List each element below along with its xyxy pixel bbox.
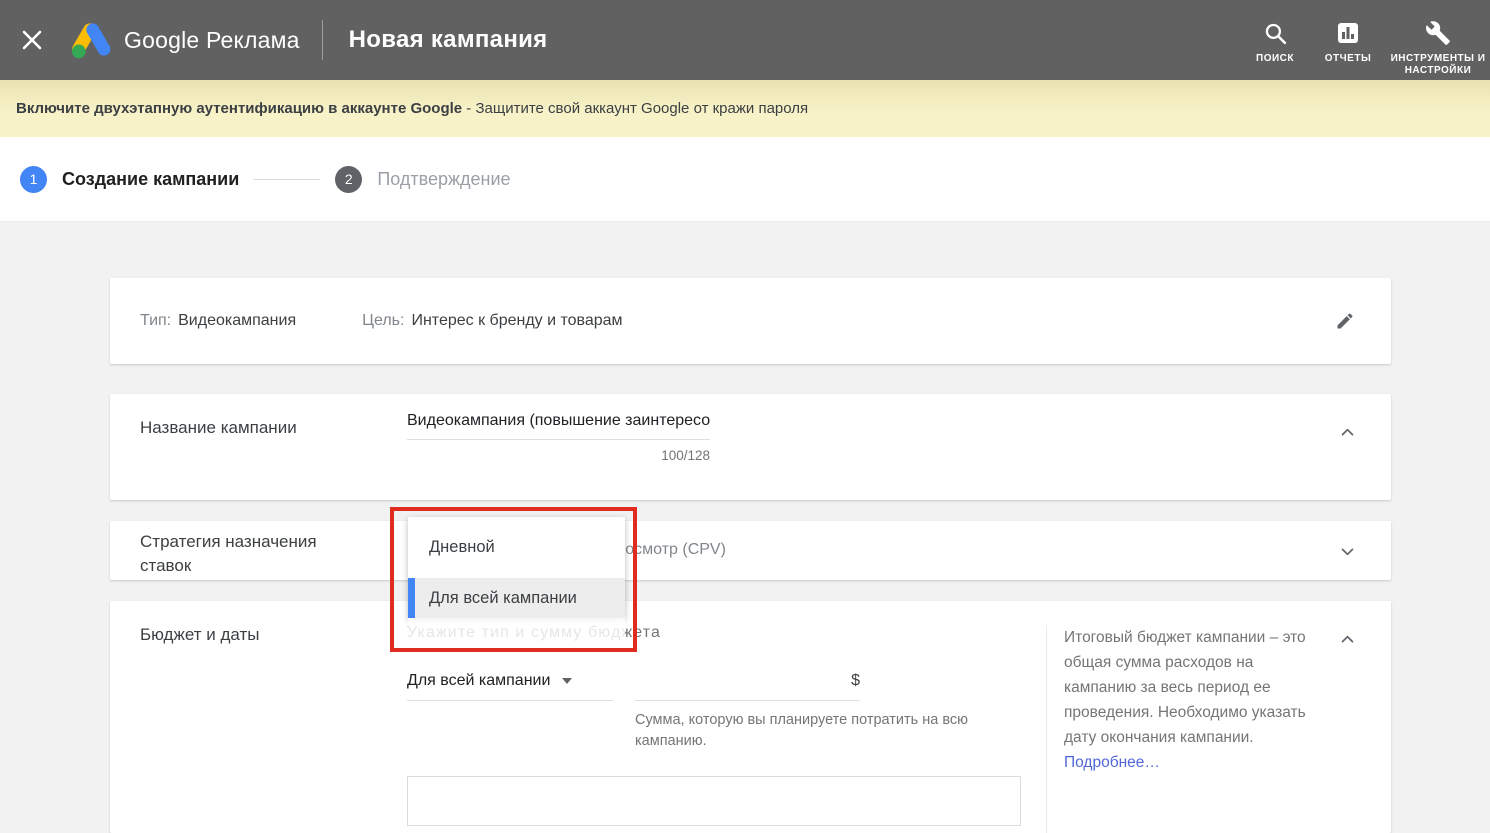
header-divider: [322, 20, 323, 60]
tools-settings-nav-label: ИНСТРУМЕНТЫ И НАСТРОЙКИ: [1390, 53, 1486, 77]
step-1-label[interactable]: Создание кампании: [62, 169, 239, 190]
google-ads-logo-icon: [70, 21, 112, 59]
goal-label: Цель:: [362, 312, 404, 330]
campaign-name-field[interactable]: Видеокампания (повышение заинтересованно…: [407, 412, 710, 463]
dropdown-option-whole-campaign[interactable]: Для всей кампании: [408, 578, 625, 618]
wrench-icon: [1425, 19, 1451, 47]
bid-strategy-label: Стратегия назначения ставок: [140, 530, 370, 578]
security-notice-bar: Включите двухэтапную аутентификацию в ак…: [0, 80, 1490, 137]
type-value: Видеокампания: [178, 312, 296, 330]
reports-nav-label: ОТЧЕТЫ: [1325, 53, 1371, 65]
budget-info-panel: Итоговый бюджет кампании – это общая сум…: [1046, 625, 1306, 833]
dropdown-fade: [408, 618, 625, 649]
campaign-name-card: Название кампании Видеокампания (повышен…: [110, 394, 1391, 500]
app-header: Google Реклама Новая кампания ПОИСК ОТЧЕ…: [0, 0, 1490, 80]
budget-dates-card: Бюджет и даты Укажите тип и сумму бюджет…: [110, 601, 1391, 833]
dates-input-box[interactable]: [407, 776, 1021, 826]
chevron-down-icon: [562, 678, 572, 684]
budget-amount-input[interactable]: $: [635, 672, 860, 701]
campaign-summary-card: Тип: Видеокампания Цель: Интерес к бренд…: [110, 278, 1391, 364]
budget-amount-field: $ Сумма, которую вы планируете потратить…: [635, 672, 860, 752]
dropdown-option-daily[interactable]: Дневной: [408, 517, 625, 578]
reports-icon: [1336, 19, 1360, 47]
notice-rest-text: - Защитите свой аккаунт Google от кражи …: [462, 100, 808, 117]
bid-strategy-card: Стратегия назначения ставок Максимальная…: [110, 521, 1391, 580]
search-icon: [1263, 19, 1288, 47]
edit-pencil-icon[interactable]: [1331, 307, 1359, 335]
goal-value: Интерес к бренду и товарам: [411, 312, 622, 330]
type-label: Тип:: [140, 312, 171, 330]
expand-section-button[interactable]: [1335, 539, 1359, 563]
brand-name: Google Реклама: [124, 27, 300, 54]
campaign-name-label: Название кампании: [140, 418, 297, 438]
tools-settings-nav-button[interactable]: ИНСТРУМЕНТЫ И НАСТРОЙКИ: [1390, 19, 1486, 77]
step-2-label[interactable]: Подтверждение: [377, 169, 510, 190]
collapse-section-button[interactable]: [1335, 627, 1359, 651]
budget-type-selected-value: Для всей кампании: [407, 672, 550, 690]
collapse-section-button[interactable]: [1335, 420, 1359, 444]
budget-info-text: Итоговый бюджет кампании – это общая сум…: [1064, 625, 1306, 750]
close-icon[interactable]: [14, 22, 50, 58]
step-1-circle: 1: [20, 166, 47, 193]
budget-dates-label: Бюджет и даты: [140, 625, 259, 645]
step-connector: [254, 179, 320, 180]
step-2-circle: 2: [335, 166, 362, 193]
search-nav-label: ПОИСК: [1256, 53, 1294, 65]
budget-type-dropdown-menu: Дневной Для всей кампании: [408, 517, 625, 649]
budget-amount-helper: Сумма, которую вы планируете потратить н…: [635, 710, 973, 752]
header-nav: ПОИСК ОТЧЕТЫ ИНСТРУМЕНТЫ И НАСТРОЙКИ: [1234, 3, 1490, 77]
budget-type-select[interactable]: Для всей кампании: [407, 672, 613, 701]
learn-more-link[interactable]: Подробнее…: [1064, 750, 1306, 775]
currency-symbol: $: [851, 672, 860, 690]
search-nav-button[interactable]: ПОИСК: [1244, 19, 1306, 65]
page-title: Новая кампания: [349, 26, 548, 54]
notice-bold-text: Включите двухэтапную аутентификацию в ак…: [16, 100, 462, 117]
campaign-name-input[interactable]: Видеокампания (повышение заинтересованно…: [407, 412, 710, 440]
char-counter: 100/128: [407, 448, 710, 463]
campaign-stepper: 1 Создание кампании 2 Подтверждение: [0, 137, 1490, 222]
reports-nav-button[interactable]: ОТЧЕТЫ: [1316, 19, 1380, 65]
